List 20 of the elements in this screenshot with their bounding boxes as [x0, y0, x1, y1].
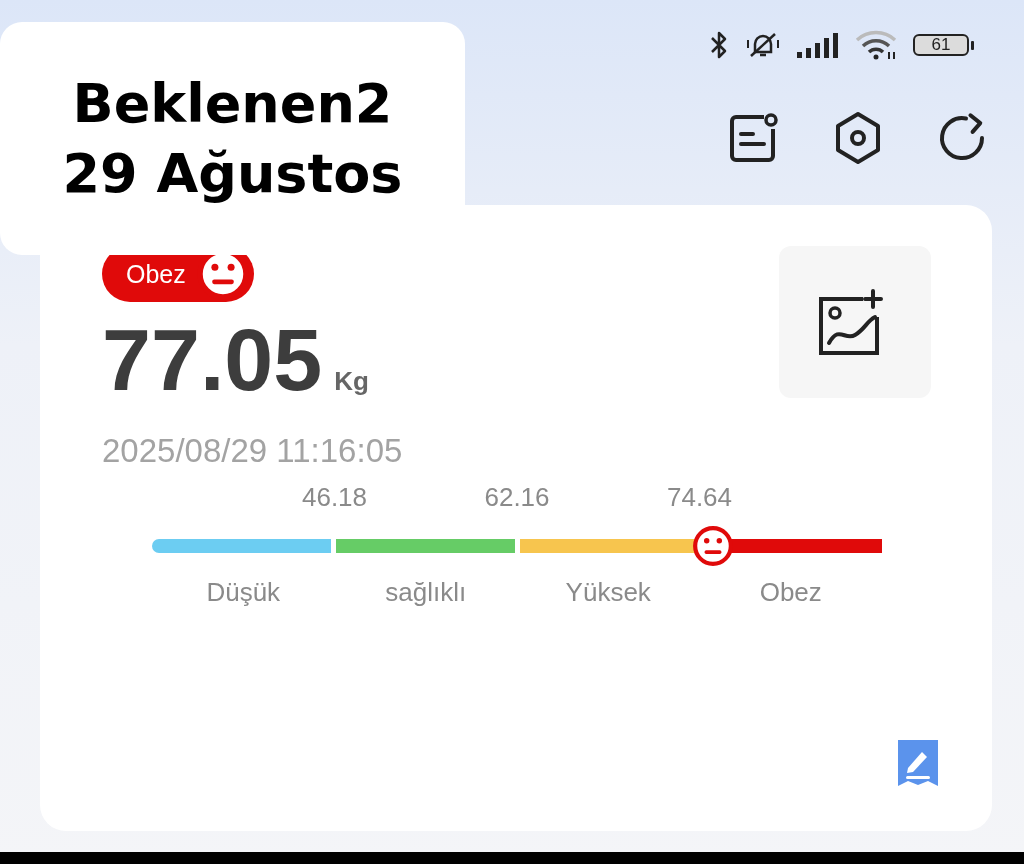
- note-text: 29 Ağustos: [62, 143, 403, 203]
- tick-label: 46.18: [301, 482, 368, 513]
- edit-icon: [896, 738, 940, 786]
- weight-unit: Kg: [334, 366, 369, 397]
- range-label: Yüksek: [565, 577, 651, 608]
- timestamp: 2025/08/29 11:16:05: [102, 432, 403, 470]
- note-text: Beklenen2: [72, 74, 393, 134]
- tick-label: 62.16: [484, 482, 550, 513]
- range-label: Düşük: [206, 577, 281, 608]
- edit-button[interactable]: [896, 738, 940, 789]
- weight-value: 77.05: [102, 316, 323, 404]
- notes-icon: [728, 112, 780, 164]
- add-image-button[interactable]: [779, 246, 931, 398]
- wifi-icon: [855, 30, 899, 60]
- bluetooth-icon: [709, 30, 729, 60]
- signal-icon: [797, 32, 841, 58]
- tick-label: 74.64: [666, 482, 733, 513]
- range-label: Obez: [759, 577, 822, 608]
- battery-icon: 61: [913, 34, 969, 56]
- range-label: sağlıklı: [385, 577, 467, 608]
